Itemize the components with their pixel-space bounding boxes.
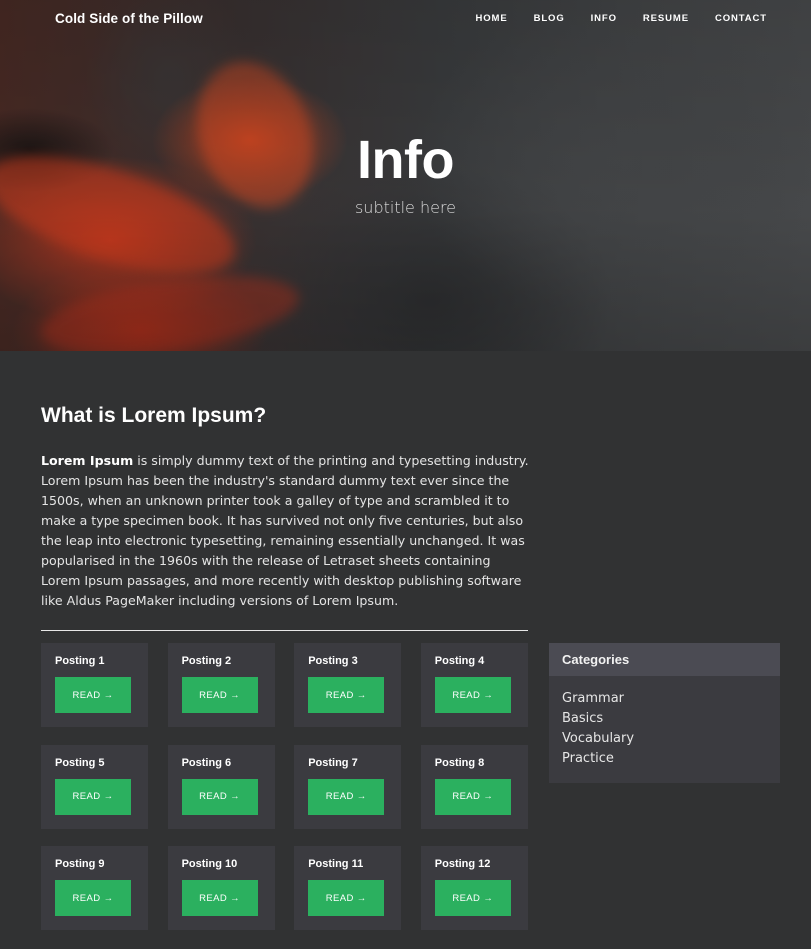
- posting-card: Posting 9 READ →: [41, 846, 148, 930]
- posting-card: Posting 7 READ →: [294, 744, 402, 829]
- article-heading: What is Lorem Ipsum?: [41, 404, 267, 427]
- posting-title: Posting 2: [181, 655, 232, 667]
- posting-card: Posting 5 READ →: [41, 744, 148, 829]
- read-button[interactable]: READ →: [434, 677, 511, 713]
- read-button[interactable]: READ →: [55, 880, 131, 916]
- read-button[interactable]: READ →: [434, 778, 511, 815]
- nav-link-blog[interactable]: BLOG: [534, 13, 565, 25]
- read-button[interactable]: READ →: [434, 880, 511, 916]
- posting-card: Posting 10 READ →: [167, 846, 275, 930]
- read-button[interactable]: READ →: [308, 677, 385, 713]
- nav-link-resume[interactable]: RESUME: [643, 13, 689, 25]
- posting-title: Posting 3: [308, 655, 358, 667]
- main-nav: HOME BLOG INFO RESUME CONTACT: [449, 13, 767, 25]
- article-body: Lorem Ipsum is simply dummy text of the …: [41, 451, 531, 611]
- page-subtitle: subtitle here: [354, 198, 457, 217]
- posting-card: Posting 4 READ →: [420, 643, 528, 727]
- article-text: is simply dummy text of the printing and…: [41, 453, 529, 608]
- posting-card: Posting 3 READ →: [294, 643, 402, 727]
- posting-card: Posting 11 READ →: [294, 846, 402, 930]
- read-button[interactable]: READ →: [55, 778, 131, 815]
- nav-link-contact[interactable]: CONTACT: [715, 13, 767, 25]
- nav-link-home[interactable]: HOME: [475, 13, 507, 25]
- section-divider: [41, 630, 528, 631]
- posting-title: Posting 11: [308, 858, 364, 870]
- read-button[interactable]: READ →: [181, 880, 258, 916]
- posting-title: Posting 6: [181, 756, 232, 769]
- nav-link-info[interactable]: INFO: [591, 13, 617, 25]
- category-basics[interactable]: Basics: [562, 709, 780, 729]
- read-button[interactable]: READ →: [308, 880, 385, 916]
- posting-title: Posting 1: [55, 655, 105, 667]
- posting-title: Posting 10: [181, 858, 238, 870]
- read-button[interactable]: READ →: [55, 677, 131, 713]
- posting-title: Posting 8: [434, 756, 485, 769]
- posting-title: Posting 9: [55, 858, 105, 870]
- categories-header: Categories: [549, 643, 780, 676]
- category-practice[interactable]: Practice: [562, 749, 780, 769]
- posting-card: Posting 8 READ →: [420, 744, 528, 829]
- article-lead-bold: Lorem Ipsum: [41, 453, 134, 468]
- posting-title: Posting 4: [434, 655, 485, 667]
- posting-title: Posting 12: [434, 858, 491, 870]
- posting-card: Posting 2 READ →: [167, 643, 275, 727]
- posting-card: Posting 6 READ →: [167, 744, 275, 829]
- hero-banner: Cold Side of the Pillow HOME BLOG INFO R…: [0, 0, 811, 351]
- posting-card: Posting 12 READ →: [420, 846, 528, 930]
- site-brand[interactable]: Cold Side of the Pillow: [55, 11, 203, 26]
- category-vocabulary[interactable]: Vocabulary: [562, 729, 780, 749]
- page-title: Info: [357, 130, 454, 190]
- posting-card: Posting 1 READ →: [41, 643, 148, 727]
- read-button[interactable]: READ →: [181, 778, 258, 815]
- posting-title: Posting 7: [308, 756, 358, 769]
- read-button[interactable]: READ →: [181, 677, 258, 713]
- categories-widget: Categories Grammar Basics Vocabulary Pra…: [549, 643, 780, 783]
- posting-title: Posting 5: [55, 756, 105, 769]
- categories-list: Grammar Basics Vocabulary Practice: [549, 676, 780, 769]
- category-grammar[interactable]: Grammar: [562, 689, 780, 709]
- postings-grid: Posting 1 READ → Posting 2 READ → Postin…: [41, 643, 528, 930]
- read-button[interactable]: READ →: [308, 778, 385, 815]
